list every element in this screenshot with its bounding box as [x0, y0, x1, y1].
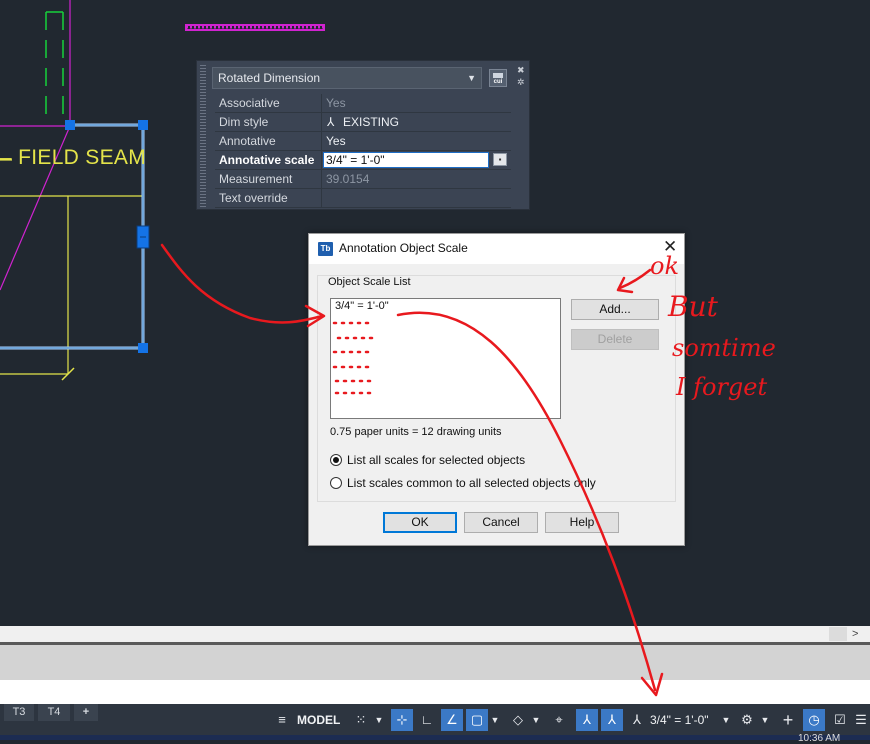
plus-icon[interactable]: +: [777, 709, 799, 731]
cancel-button[interactable]: Cancel: [464, 512, 538, 533]
annotation-visibility-icon[interactable]: ⅄: [576, 709, 598, 731]
radio-list-all-label[interactable]: List all scales for selected objects: [347, 453, 525, 467]
radio-list-common[interactable]: [330, 477, 342, 489]
ortho-icon[interactable]: ∟: [416, 709, 438, 731]
field-seam-label: – FIELD SEAM: [0, 146, 146, 169]
prop-value: EXISTING: [343, 115, 400, 129]
prop-key: Annotative scale: [219, 153, 315, 167]
divider: [321, 170, 322, 189]
grip-top-left[interactable]: [65, 120, 75, 130]
clock: 10:36 AM: [798, 733, 841, 744]
layout-tab-t4[interactable]: T4: [38, 704, 70, 721]
units-text: 0.75 paper units = 12 drawing units: [330, 426, 502, 438]
annotative-icon: ⅄: [327, 115, 335, 129]
dialog-title: Annotation Object Scale: [339, 241, 468, 255]
grip-top-right[interactable]: [138, 120, 148, 130]
menu-icon[interactable]: ☰: [853, 709, 869, 731]
ellipsis-icon[interactable]: ▪: [493, 153, 507, 166]
object-snap-icon[interactable]: ▢: [466, 709, 488, 731]
chevron-down-icon[interactable]: ▼: [373, 709, 385, 731]
add-layout-tab[interactable]: +: [74, 704, 98, 721]
grip-bottom-right[interactable]: [138, 343, 148, 353]
grid-icon[interactable]: ⁙: [350, 709, 372, 731]
chevron-down-icon[interactable]: ▼: [489, 709, 501, 731]
annotation-object-scale-dialog[interactable]: Tb Annotation Object Scale ✕ Object Scal…: [308, 233, 685, 546]
app-icon: Tb: [318, 242, 333, 256]
ok-button[interactable]: OK: [383, 512, 457, 533]
prop-key: Dim style: [219, 115, 269, 129]
close-icon[interactable]: ✕: [663, 237, 677, 257]
horizontal-scrollbar[interactable]: >: [0, 626, 870, 642]
polar-tracking-icon[interactable]: ∠: [441, 709, 463, 731]
layout-tab-t3[interactable]: T3: [4, 704, 34, 721]
object-type-selector[interactable]: Rotated Dimension ▼: [212, 67, 482, 89]
prop-value: Yes: [326, 96, 346, 110]
annotation-scale-icon[interactable]: ⅄: [626, 709, 648, 731]
prop-row-text-override[interactable]: Text override: [215, 189, 511, 208]
chevron-down-icon: ▼: [467, 73, 476, 83]
prop-value: 39.0154: [326, 172, 370, 186]
auto-scale-icon[interactable]: ⅄: [601, 709, 623, 731]
model-space-button[interactable]: MODEL: [297, 709, 340, 731]
divider: [321, 113, 322, 132]
prop-row-dim-style[interactable]: Dim style ⅄ EXISTING: [215, 113, 511, 132]
prop-row-annotative[interactable]: Annotative Yes: [215, 132, 511, 151]
scale-list-item[interactable]: 3/4" = 1'-0": [335, 300, 389, 312]
annotation-scale-value[interactable]: 3/4" = 1'-0": [650, 709, 709, 731]
gear-icon[interactable]: ✲: [517, 77, 525, 88]
prop-row-annotative-scale[interactable]: Annotative scale 3/4" = 1'-0" ▪: [215, 151, 511, 170]
prop-key: Measurement: [219, 172, 293, 186]
prop-row-associative[interactable]: Associative Yes: [215, 94, 511, 113]
chevron-down-icon[interactable]: ▼: [530, 709, 542, 731]
divider: [321, 94, 322, 113]
chevron-right-icon[interactable]: >: [852, 626, 858, 642]
snap-icon[interactable]: ⊹: [391, 709, 413, 731]
quick-properties-palette[interactable]: Rotated Dimension ▼ cui ✖ ✲ Associative …: [196, 60, 530, 210]
delete-button[interactable]: Delete: [571, 329, 659, 350]
cui-customize-button[interactable]: cui: [489, 69, 507, 87]
palette-grip[interactable]: [200, 65, 206, 207]
chevron-down-icon[interactable]: ▼: [759, 709, 771, 731]
radio-list-all[interactable]: [330, 454, 342, 466]
prop-key: Annotative: [219, 134, 276, 148]
3d-snap-icon[interactable]: ◇: [507, 709, 529, 731]
divider: [321, 132, 322, 151]
command-line-area[interactable]: [0, 645, 870, 680]
scrollbar-corner: [829, 627, 847, 641]
dynamic-ucs-icon[interactable]: ⌖: [548, 709, 570, 731]
divider: [321, 151, 322, 170]
prop-row-measurement[interactable]: Measurement 39.0154: [215, 170, 511, 189]
divider: [321, 189, 322, 208]
isolate-objects-icon[interactable]: ◷: [803, 709, 825, 731]
group-label: Object Scale List: [326, 276, 413, 288]
gear-icon[interactable]: ⚙: [736, 709, 758, 731]
prop-key: Text override: [219, 191, 288, 205]
scale-list[interactable]: 3/4" = 1'-0": [330, 298, 561, 419]
annotative-scale-field[interactable]: 3/4" = 1'-0": [323, 152, 489, 168]
chevron-down-icon[interactable]: ▼: [720, 709, 732, 731]
prop-key: Associative: [219, 96, 280, 110]
radio-list-common-label[interactable]: List scales common to all selected objec…: [347, 476, 596, 490]
command-input[interactable]: [0, 680, 870, 704]
prop-value: Yes: [326, 134, 346, 148]
customize-icon[interactable]: ≡: [271, 709, 293, 731]
close-icon[interactable]: ✖: [517, 65, 525, 76]
scrollbar-track[interactable]: [0, 626, 829, 642]
help-button[interactable]: Help: [545, 512, 619, 533]
quick-properties-icon[interactable]: ☑: [829, 709, 851, 731]
taskbar-edge: [0, 735, 870, 740]
add-button[interactable]: Add...: [571, 299, 659, 320]
